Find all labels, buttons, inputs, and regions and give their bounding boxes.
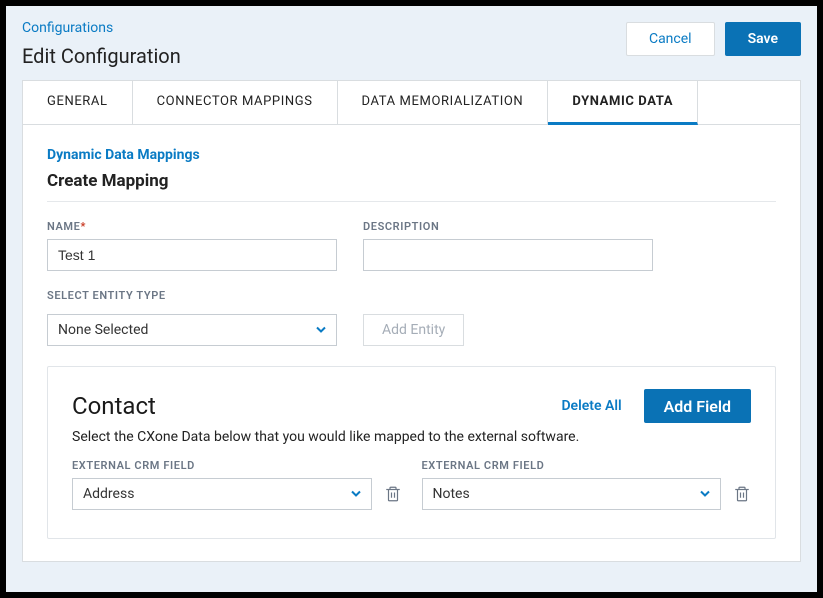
crm-field-label-2: EXTERNAL CRM FIELD [422,459,752,472]
entity-type-value: None Selected [58,322,148,338]
crm-field-label-1: EXTERNAL CRM FIELD [72,459,402,472]
create-mapping-heading: Create Mapping [47,171,776,202]
tabs: GENERAL CONNECTOR MAPPINGS DATA MEMORIAL… [23,81,800,125]
save-button[interactable]: Save [725,22,801,56]
trash-icon[interactable] [733,485,751,503]
crm-field-value-2: Notes [433,486,470,502]
entity-type-select[interactable]: None Selected [47,314,337,346]
tab-dynamic-data[interactable]: DYNAMIC DATA [548,81,698,125]
tab-data-memorialization[interactable]: DATA MEMORIALIZATION [338,81,549,124]
tab-general[interactable]: GENERAL [23,81,133,124]
entity-description: Select the CXone Data below that you wou… [72,429,751,445]
add-field-button[interactable]: Add Field [644,389,751,423]
entity-title: Contact [72,392,156,420]
delete-all-button[interactable]: Delete All [553,390,629,422]
entity-card: Contact Delete All Add Field Select the … [47,366,776,539]
description-label: DESCRIPTION [363,220,653,233]
crm-field-select-1[interactable]: Address [72,478,372,510]
entity-type-label: SELECT ENTITY TYPE [47,289,337,302]
name-label: NAME* [47,220,337,233]
trash-icon[interactable] [384,485,402,503]
crm-field-value-1: Address [83,486,134,502]
page-title: Edit Configuration [22,44,181,68]
add-entity-button[interactable]: Add Entity [363,314,464,346]
description-input[interactable] [363,239,653,271]
main-panel: GENERAL CONNECTOR MAPPINGS DATA MEMORIAL… [22,80,801,562]
dynamic-data-mappings-link[interactable]: Dynamic Data Mappings [47,147,776,163]
crm-field-select-2[interactable]: Notes [422,478,722,510]
name-input[interactable] [47,239,337,271]
tab-connector-mappings[interactable]: CONNECTOR MAPPINGS [133,81,338,124]
cancel-button[interactable]: Cancel [626,22,715,56]
breadcrumb[interactable]: Configurations [22,20,181,36]
